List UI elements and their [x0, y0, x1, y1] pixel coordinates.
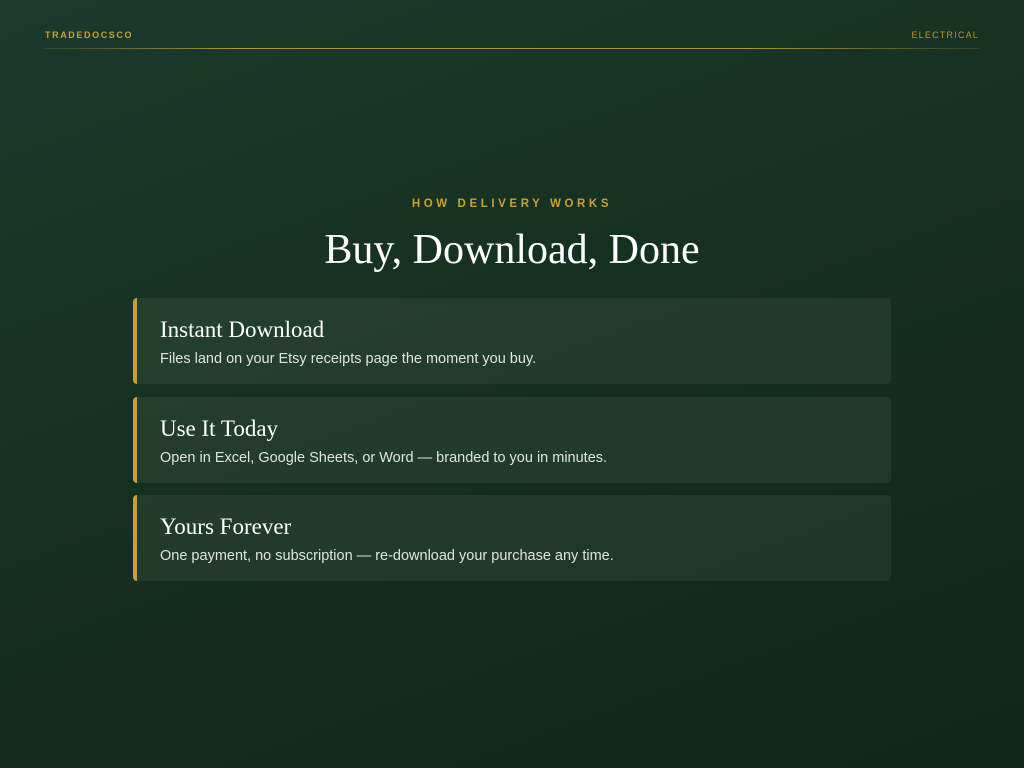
top-bar: TRADEDOCSCO ELECTRICAL — [45, 30, 979, 42]
delivery-section: HOW DELIVERY WORKS Buy, Download, Done I… — [133, 196, 891, 594]
feature-card-title: Instant Download — [160, 317, 325, 342]
feature-card-instant-download: Instant Download Files land on your Etsy… — [133, 298, 891, 384]
feature-card-list: Instant Download Files land on your Etsy… — [133, 298, 891, 581]
brand-logo-text: TRADEDOCSCO — [45, 30, 134, 40]
feature-card-description: Open in Excel, Google Sheets, or Word — … — [160, 449, 608, 466]
feature-card-use-it-today: Use It Today Open in Excel, Google Sheet… — [133, 396, 891, 483]
section-eyebrow: HOW DELIVERY WORKS — [411, 198, 613, 210]
category-label: ELECTRICAL — [911, 30, 979, 40]
feature-card-title: Use It Today — [160, 415, 279, 441]
feature-card-description: One payment, no subscription — re-downlo… — [160, 548, 614, 564]
section-title: Buy, Download, Done — [324, 227, 700, 273]
feature-card-title: Yours Forever — [160, 514, 292, 539]
feature-card-description: Files land on your Etsy receipts page th… — [160, 351, 537, 367]
feature-card-yours-forever: Yours Forever One payment, no subscripti… — [133, 495, 891, 581]
header-divider — [45, 48, 979, 49]
